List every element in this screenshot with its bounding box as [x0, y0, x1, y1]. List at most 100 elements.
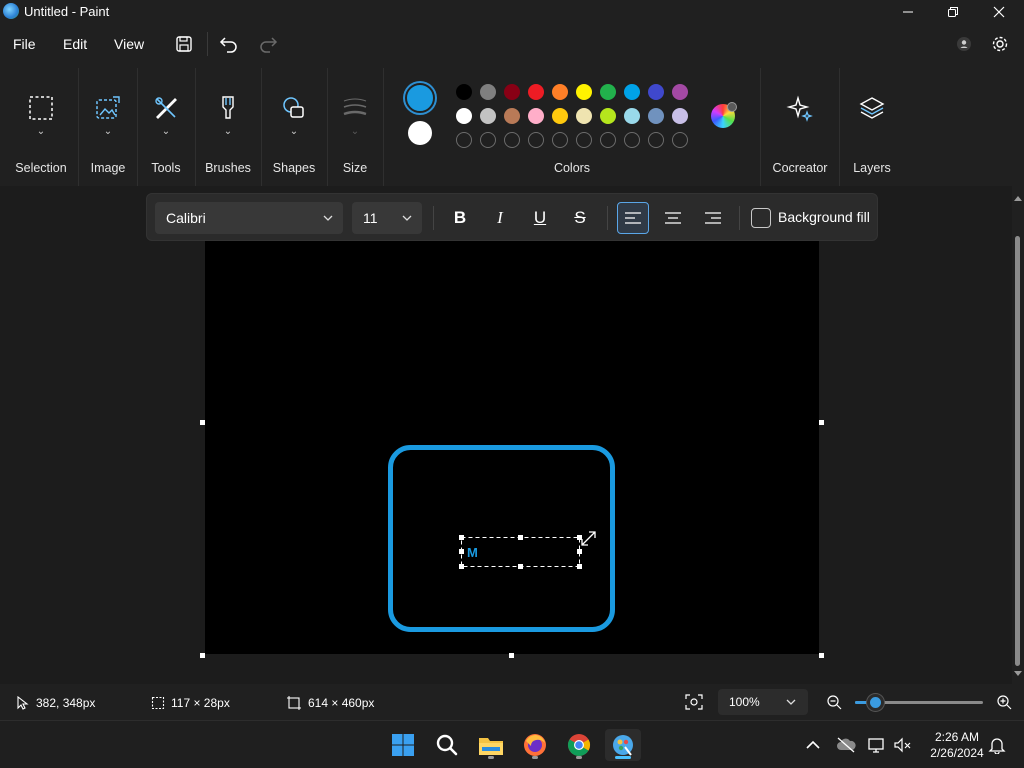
font-family-dropdown[interactable]: Calibri	[155, 202, 343, 234]
italic-button[interactable]: I	[484, 202, 516, 234]
color-swatch[interactable]	[672, 84, 688, 100]
start-button[interactable]	[387, 729, 419, 761]
align-left-button[interactable]	[617, 202, 649, 234]
color-swatch[interactable]	[480, 108, 496, 124]
custom-color-slot[interactable]	[672, 132, 688, 148]
menu-file[interactable]: File	[13, 36, 36, 52]
text-box-handle[interactable]	[459, 549, 464, 554]
color-swatch[interactable]	[456, 84, 472, 100]
color-swatch[interactable]	[648, 108, 664, 124]
canvas-resize-handle-bottom-right[interactable]	[819, 653, 824, 658]
menu-edit[interactable]: Edit	[63, 36, 87, 52]
window-title: Untitled - Paint	[24, 4, 110, 19]
scroll-down-icon[interactable]	[1013, 670, 1023, 678]
drawing-canvas[interactable]: M	[205, 237, 819, 654]
group-cocreator[interactable]: Cocreator	[764, 64, 836, 186]
text-box-handle[interactable]	[577, 535, 582, 540]
fit-to-window-icon[interactable]	[685, 694, 703, 710]
restore-button[interactable]	[930, 0, 976, 24]
settings-button[interactable]	[988, 32, 1012, 56]
align-right-button[interactable]	[697, 202, 729, 234]
clock[interactable]: 2:26 AM 2/26/2024	[920, 729, 994, 761]
chevron-down-icon: ⌄	[36, 126, 46, 137]
chrome-button[interactable]	[563, 729, 595, 761]
volume-muted-icon[interactable]	[893, 737, 913, 753]
close-button[interactable]	[976, 0, 1022, 24]
group-selection[interactable]: ⌄ Selection	[8, 64, 74, 186]
color-swatch[interactable]	[576, 108, 592, 124]
paint-taskbar-button[interactable]	[605, 729, 641, 761]
custom-color-slot[interactable]	[624, 132, 640, 148]
color-swatch[interactable]	[552, 108, 568, 124]
zoom-dropdown[interactable]: 100%	[718, 689, 808, 715]
background-fill-checkbox[interactable]	[751, 208, 771, 228]
align-center-button[interactable]	[657, 202, 689, 234]
save-icon	[176, 36, 192, 52]
canvas-resize-handle-right[interactable]	[819, 420, 824, 425]
custom-color-slot[interactable]	[552, 132, 568, 148]
custom-color-slot[interactable]	[648, 132, 664, 148]
color-swatch[interactable]	[576, 84, 592, 100]
canvas-resize-handle-bottom[interactable]	[509, 653, 514, 658]
color-swatch[interactable]	[456, 108, 472, 124]
font-size-dropdown[interactable]: 11	[352, 202, 422, 234]
group-shapes[interactable]: ⌄ Shapes	[264, 64, 324, 186]
menu-view[interactable]: View	[114, 36, 144, 52]
custom-color-slot[interactable]	[504, 132, 520, 148]
scroll-up-icon[interactable]	[1013, 194, 1023, 202]
strikethrough-button[interactable]: S	[564, 202, 596, 234]
group-size[interactable]: ⌄ Size	[330, 64, 380, 186]
bold-button[interactable]: B	[444, 202, 476, 234]
text-box-handle[interactable]	[459, 535, 464, 540]
search-button[interactable]	[431, 729, 463, 761]
custom-color-slot[interactable]	[456, 132, 472, 148]
custom-color-slot[interactable]	[576, 132, 592, 148]
text-box-outline[interactable]	[461, 537, 580, 567]
text-box-handle[interactable]	[459, 564, 464, 569]
underline-button[interactable]: U	[524, 202, 556, 234]
text-box-handle[interactable]	[577, 549, 582, 554]
text-box-handle[interactable]	[518, 564, 523, 569]
color-swatch[interactable]	[672, 108, 688, 124]
custom-color-slot[interactable]	[600, 132, 616, 148]
color-swatch[interactable]	[600, 108, 616, 124]
undo-button[interactable]	[217, 32, 241, 56]
zoom-out-icon[interactable]	[826, 694, 842, 710]
color-swatch[interactable]	[600, 84, 616, 100]
custom-color-slot[interactable]	[528, 132, 544, 148]
zoom-in-icon[interactable]	[996, 694, 1012, 710]
network-icon[interactable]	[867, 737, 887, 753]
zoom-slider-thumb[interactable]	[867, 694, 885, 711]
color-swatch[interactable]	[648, 84, 664, 100]
save-button[interactable]	[172, 32, 196, 56]
canvas-resize-handle-bottom-left[interactable]	[200, 653, 205, 658]
scrollbar-thumb[interactable]	[1015, 236, 1020, 666]
chevron-up-icon[interactable]	[806, 740, 820, 750]
color-swatch[interactable]	[504, 84, 520, 100]
group-tools[interactable]: ⌄ Tools	[141, 64, 191, 186]
notification-bell-icon[interactable]	[988, 736, 1006, 754]
group-brushes[interactable]: ⌄ Brushes	[200, 64, 256, 186]
minimize-button[interactable]	[885, 0, 931, 24]
canvas-resize-handle-left[interactable]	[200, 420, 205, 425]
color-swatch[interactable]	[624, 108, 640, 124]
group-image[interactable]: ⌄ Image	[82, 64, 134, 186]
color-swatch[interactable]	[528, 84, 544, 100]
text-box-handle[interactable]	[518, 535, 523, 540]
color-swatch[interactable]	[624, 84, 640, 100]
vertical-scrollbar[interactable]	[1012, 186, 1024, 684]
custom-color-slot[interactable]	[480, 132, 496, 148]
text-box-handle[interactable]	[577, 564, 582, 569]
color-swatch[interactable]	[480, 84, 496, 100]
color-swatch[interactable]	[552, 84, 568, 100]
group-layers[interactable]: Layers	[842, 64, 902, 186]
cloud-offline-icon[interactable]	[836, 737, 856, 753]
firefox-button[interactable]	[519, 729, 551, 761]
color-swatch[interactable]	[528, 108, 544, 124]
redo-button[interactable]	[256, 32, 280, 56]
secondary-color-swatch[interactable]	[408, 121, 432, 145]
color-swatch[interactable]	[504, 108, 520, 124]
file-explorer-button[interactable]	[475, 729, 507, 761]
account-button[interactable]	[952, 32, 976, 56]
primary-color-swatch[interactable]	[405, 83, 435, 113]
